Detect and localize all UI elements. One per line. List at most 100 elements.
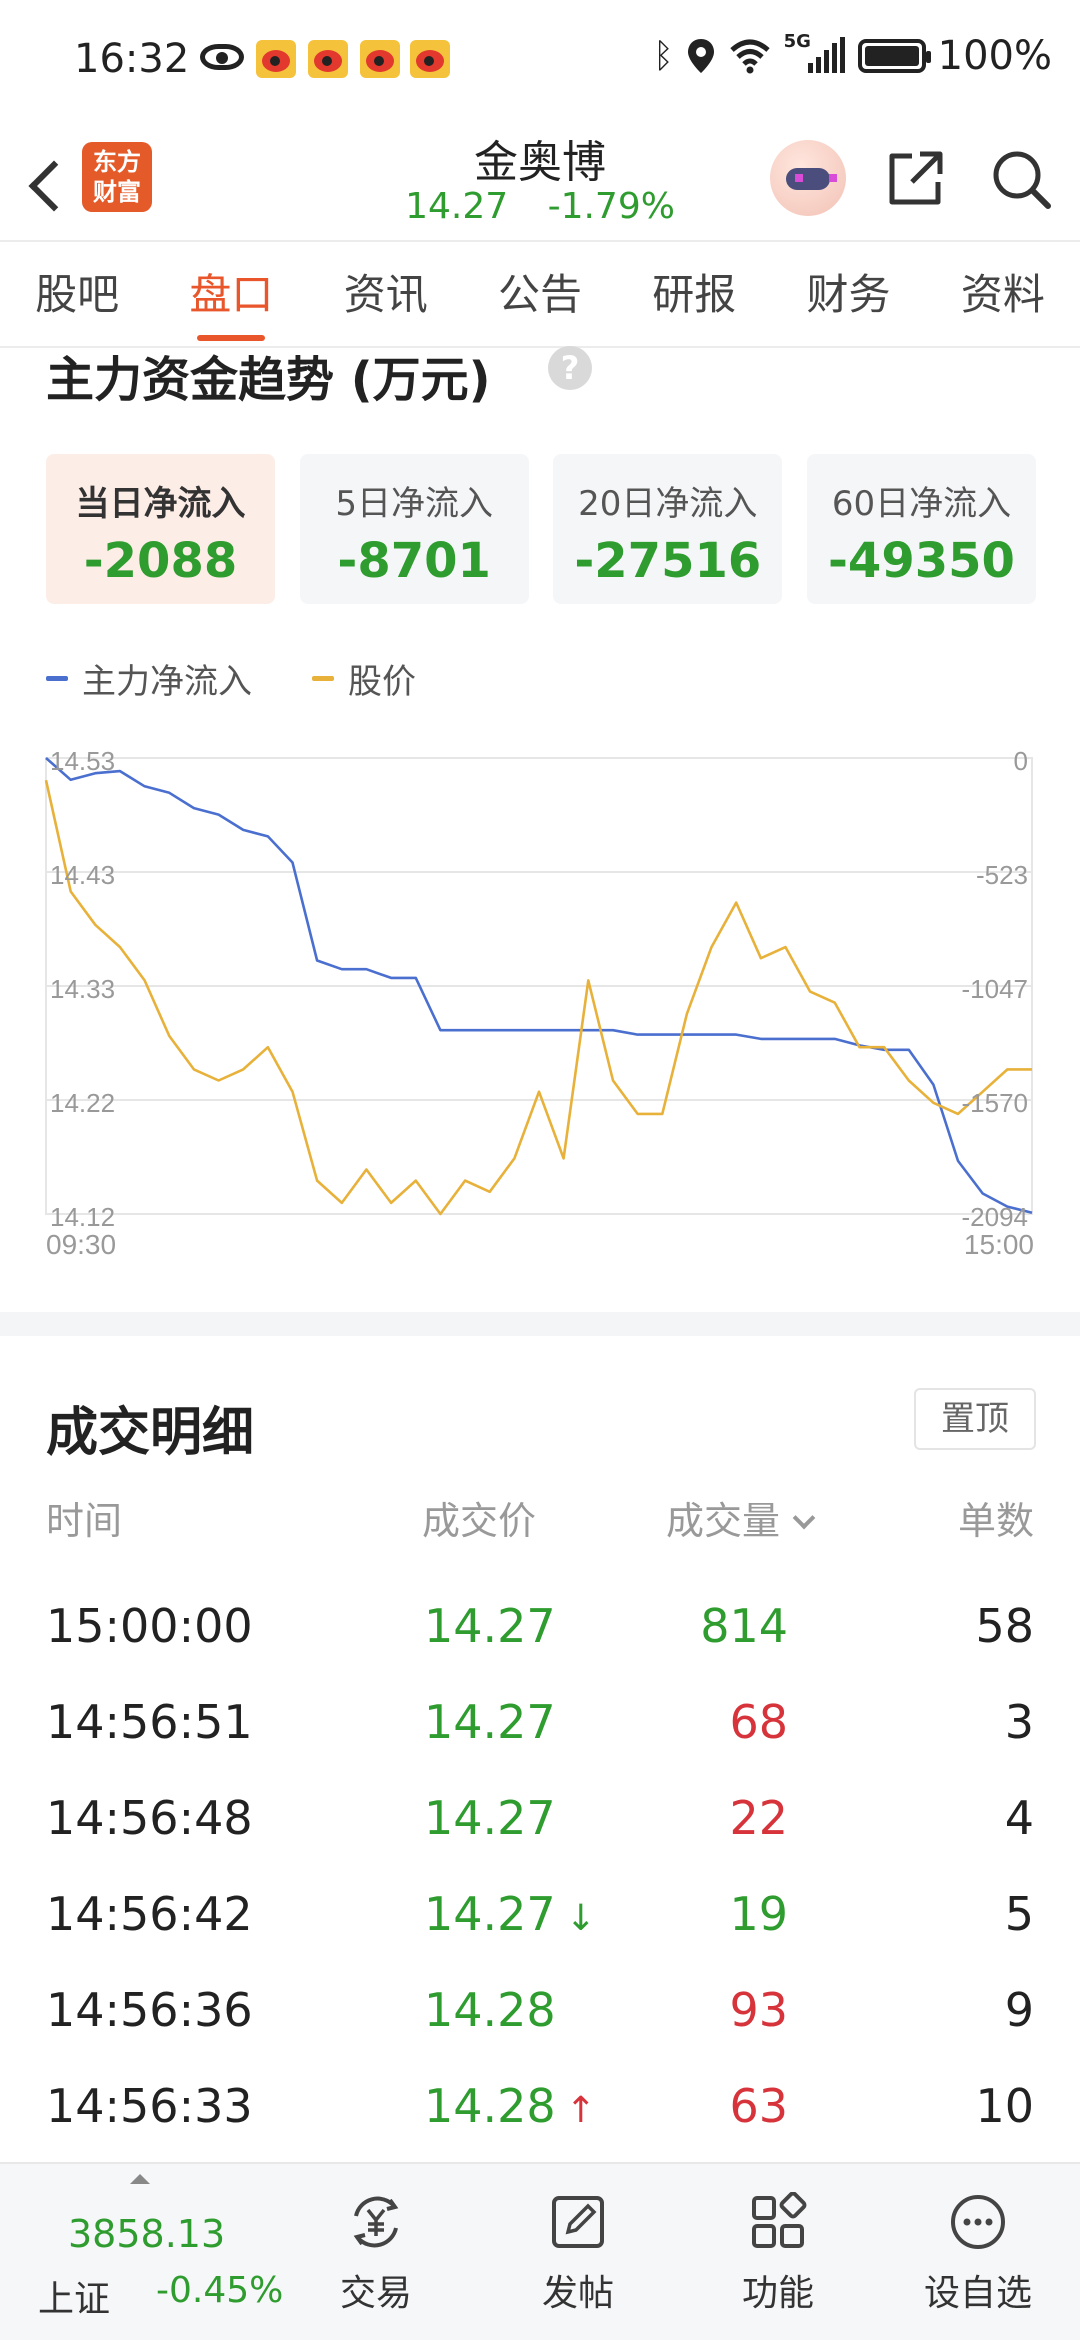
tab-finance[interactable]: 财务 — [801, 243, 897, 347]
trade-volume: 814 — [700, 1599, 788, 1653]
y-right-tick-label: 0 — [1014, 746, 1028, 776]
trade-count: 9 — [1004, 1983, 1034, 2037]
card-5day-inflow[interactable]: 5日净流入 -8701 — [299, 454, 529, 604]
nav-label: 功能 — [741, 2273, 814, 2314]
trade-volume: 19 — [729, 1887, 788, 1941]
y-right-tick-label: -523 — [976, 860, 1028, 890]
card-label: 20日净流入 — [578, 484, 758, 524]
trade-count: 4 — [1004, 1791, 1034, 1845]
trade-price-cell: 14.27 — [424, 1674, 566, 1770]
trade-row: 15:00:00 14.27 814 58 — [0, 1578, 1080, 1674]
battery-percent: 100% — [937, 33, 1052, 79]
legend-price: 股价 — [312, 654, 416, 703]
trades-title: 成交明细 — [46, 1403, 255, 1463]
tab-profile[interactable]: 资料 — [955, 243, 1051, 347]
location-icon — [687, 39, 714, 73]
card-label: 当日净流入 — [75, 484, 246, 524]
index-change[interactable]: -0.45% — [156, 2270, 283, 2311]
index-value[interactable]: 3858.13 — [68, 2212, 225, 2256]
more-circle-icon — [951, 2195, 1005, 2249]
y-left-tick-label: 14.12 — [50, 1202, 115, 1232]
stock-header: 东方 财富 金奥博 14.27 -1.79% — [0, 120, 1080, 242]
fund-flow-chart[interactable]: 14.53 0 14.43 -523 14.33 -1047 14.22 -1570 14.12… — [0, 720, 1080, 1260]
card-value: -2088 — [83, 533, 238, 589]
fund-flow-title: 主力资金趋势 (万元) — [46, 352, 491, 408]
trade-price-cell: 14.28 — [424, 1962, 566, 2058]
nav-label: 交易 — [339, 2273, 412, 2314]
y-right-tick-label: -2094 — [962, 1202, 1029, 1232]
ai-assistant-icon[interactable] — [770, 140, 846, 216]
trade-count: 3 — [1004, 1695, 1034, 1749]
y-left-tick-label: 14.53 — [50, 746, 115, 776]
status-bar: 16:32 ᛒ 5G 100% — [0, 0, 1080, 120]
y-left-tick-label: 14.43 — [50, 860, 115, 890]
trade-price-cell: 14.27 ↓ — [424, 1866, 596, 1962]
card-today-inflow[interactable]: 当日净流入 -2088 — [46, 454, 275, 604]
trade-volume: 22 — [729, 1791, 788, 1845]
card-20day-inflow[interactable]: 20日净流入 -27516 — [553, 454, 783, 604]
header-volume-sort[interactable]: 成交量 — [666, 1490, 816, 1545]
tab-pankou[interactable]: 盘口 — [183, 243, 279, 347]
battery-icon — [857, 39, 931, 73]
yuan-exchange-icon — [353, 2196, 399, 2248]
card-label: 60日净流入 — [831, 484, 1012, 524]
search-icon[interactable] — [990, 148, 1052, 210]
chevron-down-icon — [792, 1506, 816, 1530]
trade-count: 5 — [1004, 1887, 1034, 1941]
trade-time: 14:56:33 — [46, 2079, 253, 2133]
x-tick-label: 09:30 — [46, 1229, 116, 1260]
status-time: 16:32 — [74, 36, 190, 82]
y-left-tick-label: 14.33 — [50, 974, 115, 1004]
trade-row: 14:56:51 14.27 68 3 — [0, 1674, 1080, 1770]
index-name[interactable]: 上证 — [38, 2270, 110, 2322]
bottom-nav: 3858.13 上证 -0.45% 交易 发帖 功能 设自选 — [0, 2162, 1080, 2340]
trade-price: 14.27 — [424, 1791, 556, 1845]
help-icon[interactable]: ? — [548, 346, 592, 390]
pin-top-button[interactable]: 置顶 — [914, 1388, 1036, 1450]
trade-price-cell: 14.27 — [424, 1578, 566, 1674]
weibo-notification-icon — [308, 40, 348, 78]
status-indicators: ᛒ 5G 100% — [653, 31, 1052, 79]
tab-guba[interactable]: 股吧 — [29, 243, 125, 347]
tab-research[interactable]: 研报 — [646, 243, 742, 347]
weibo-notification-icon — [256, 40, 296, 78]
x-tick-label: 15:00 — [964, 1229, 1034, 1260]
trade-price: 14.27 — [424, 1887, 556, 1941]
nav-functions-button[interactable]: 功能 — [708, 2182, 848, 2332]
trade-price-cell: 14.27 — [424, 1770, 566, 1866]
nav-post-button[interactable]: 发帖 — [508, 2182, 648, 2332]
wifi-icon — [729, 39, 770, 74]
trade-time: 14:56:51 — [46, 1695, 253, 1749]
legend-swatch — [46, 675, 68, 681]
trade-volume: 93 — [729, 1983, 788, 2037]
trade-row: 14:56:42 14.27 ↓ 19 5 — [0, 1866, 1080, 1962]
weibo-notification-icon — [410, 40, 450, 78]
trade-price: 14.28 — [424, 1983, 556, 2037]
card-value: -8701 — [337, 533, 491, 589]
net-inflow-cards: 当日净流入 -2088 5日净流入 -8701 20日净流入 -27516 60… — [46, 454, 1036, 604]
share-icon[interactable] — [886, 148, 946, 208]
signal-icon: 5G — [784, 31, 846, 75]
trade-count: 58 — [975, 1599, 1034, 1653]
card-60day-inflow[interactable]: 60日净流入 -49350 — [806, 454, 1036, 604]
y-right-tick-label: -1047 — [962, 974, 1029, 1004]
header-volume: 成交量 — [666, 1499, 781, 1543]
legend-label: 主力净流入 — [82, 661, 252, 702]
trade-price: 14.27 — [424, 1695, 556, 1749]
card-label: 5日净流入 — [335, 484, 493, 524]
tab-announcements[interactable]: 公告 — [492, 243, 588, 347]
nav-label: 设自选 — [923, 2273, 1032, 2314]
nav-trade-button[interactable]: 交易 — [306, 2182, 446, 2332]
eye-comfort-icon — [200, 44, 244, 70]
section-divider — [0, 1312, 1080, 1336]
tab-news[interactable]: 资讯 — [338, 243, 434, 347]
caret-up-icon[interactable] — [130, 2174, 150, 2184]
card-value: -27516 — [574, 533, 762, 589]
nav-add-watchlist-button[interactable]: 设自选 — [908, 2182, 1048, 2332]
trade-row: 14:56:33 14.28 ↑ 63 10 — [0, 2058, 1080, 2154]
y-left-tick-label: 14.22 — [50, 1088, 115, 1118]
header-price: 成交价 — [422, 1499, 537, 1543]
edit-post-icon — [552, 2196, 604, 2248]
trade-price: 14.27 — [424, 1599, 556, 1653]
header-time: 时间 — [46, 1499, 123, 1543]
